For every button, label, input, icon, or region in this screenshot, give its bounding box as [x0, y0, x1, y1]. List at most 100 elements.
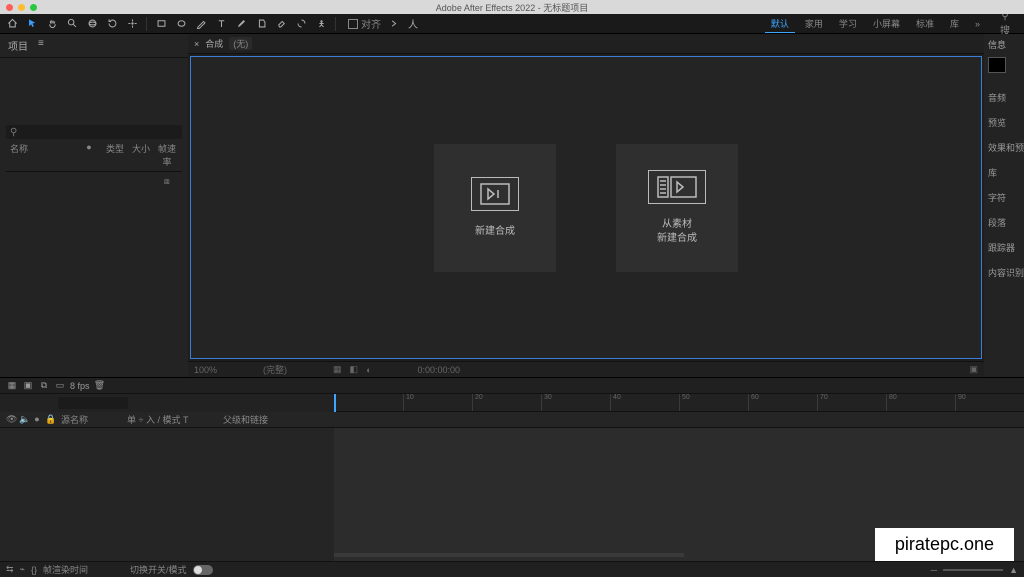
bpc-icon[interactable]: ▭ [54, 380, 66, 392]
home-icon[interactable] [4, 16, 20, 32]
workspace-tab-default[interactable]: 默认 [765, 15, 795, 33]
panel-tab-preview[interactable]: 预览 [988, 116, 1006, 129]
interpret-footage-icon[interactable]: ▦ [6, 380, 18, 392]
current-time[interactable]: 0:00:00:00 [418, 365, 461, 375]
parent-column[interactable]: 父级和链接 [223, 413, 268, 426]
zoom-dropdown[interactable]: 100% [194, 365, 217, 375]
zoom-tool[interactable] [64, 16, 80, 32]
panel-tab-paragraph[interactable]: 段落 [988, 216, 1006, 229]
puppet-tool[interactable] [313, 16, 329, 32]
brush-tool[interactable] [233, 16, 249, 32]
workspace-tab-learn[interactable]: 学习 [833, 15, 863, 32]
workspace-tab-home[interactable]: 家用 [799, 15, 829, 32]
expand-all-icon[interactable]: {} [31, 565, 37, 575]
column-type[interactable]: 类型 [104, 142, 126, 168]
source-name-column[interactable]: 源名称 [61, 413, 121, 426]
panel-tab-effects[interactable]: 效果和预设 [988, 141, 1024, 154]
project-footer-strip: ▦ ▣ ⧉ ▭ 8 fps 🗑 [0, 378, 1024, 394]
panel-tab-contentaware[interactable]: 内容识别填充 [988, 266, 1024, 279]
panel-tab-character[interactable]: 字符 [988, 191, 1006, 204]
flowchart-icon[interactable]: ⧈ [164, 176, 174, 186]
project-search-input[interactable]: ⚲ [6, 125, 182, 139]
type-tool[interactable] [213, 16, 229, 32]
pen-tool[interactable] [193, 16, 209, 32]
switches-mode-toggle[interactable]: 切换开关/模式 [130, 563, 187, 576]
search-icon: ⚲ [10, 127, 17, 138]
new-from-footage-button[interactable]: 从素材 新建合成 [616, 144, 738, 272]
timeline-navigator[interactable] [334, 553, 684, 557]
trash-icon[interactable]: 🗑 [94, 380, 106, 392]
selection-tool[interactable] [24, 16, 40, 32]
panel-tab-libraries[interactable]: 库 [988, 166, 997, 179]
zoom-out-icon[interactable]: ─ [931, 565, 937, 575]
workspace-tab-libraries[interactable]: 库 [944, 15, 965, 32]
solo-icon[interactable]: ● [32, 414, 42, 425]
mask-icon[interactable]: ◧ [350, 364, 359, 375]
snap-options-icon[interactable] [385, 16, 401, 32]
video-eye-icon[interactable]: 👁 [6, 414, 16, 425]
ruler-tick: 90 [955, 394, 966, 411]
project-panel: 项目 ≡ ⚲ 名称 ● 类型 大小 帧速率 ⧈ [0, 34, 188, 377]
snap-grid-icon[interactable]: 人 [405, 16, 421, 32]
clapperboard-icon [471, 177, 519, 211]
rect-tool[interactable] [153, 16, 169, 32]
panel-tab-tracker[interactable]: 跟踪器 [988, 241, 1015, 254]
ellipse-tool[interactable] [173, 16, 189, 32]
playhead-icon[interactable] [334, 394, 336, 412]
hand-tool[interactable] [44, 16, 60, 32]
zoom-slider[interactable] [943, 569, 1003, 571]
timeline-search-input[interactable] [58, 397, 128, 409]
toolbar: 对齐 人 默认 家用 学习 小屏幕 标准 库 » ⚲ 搜 [0, 14, 1024, 34]
info-panel-title[interactable]: 信息 [988, 38, 1006, 51]
new-folder-icon[interactable]: ▣ [22, 380, 34, 392]
column-framerate[interactable]: 帧速率 [156, 142, 178, 168]
audio-speaker-icon[interactable]: 🔈 [19, 414, 29, 425]
timeline-work-area[interactable] [334, 412, 1024, 428]
column-name[interactable]: 名称 [10, 142, 74, 168]
mode-column[interactable]: 单 ÷ 入 / 模式 T [127, 413, 217, 426]
channel-icon[interactable]: ◐ [366, 365, 371, 375]
snap-toggle[interactable]: 对齐 [348, 16, 381, 31]
tab-close-icon[interactable]: × [194, 39, 199, 49]
column-size[interactable]: 大小 [130, 142, 152, 168]
column-tag[interactable]: ● [78, 142, 100, 168]
new-composition-button[interactable]: 新建合成 [434, 144, 556, 272]
panel-tab-audio[interactable]: 音频 [988, 91, 1006, 104]
composition-viewer: 新建合成 从素材 新建合成 [190, 56, 982, 359]
workspace-switcher: 默认 家用 学习 小屏幕 标准 库 » ⚲ 搜 [765, 11, 1020, 37]
composition-tab-label[interactable]: 合成 [205, 37, 223, 50]
eraser-tool[interactable] [273, 16, 289, 32]
workspace-menu-icon[interactable]: » [969, 17, 986, 31]
zoom-in-icon[interactable]: ▲ [1009, 565, 1018, 575]
orbit-tool[interactable] [84, 16, 100, 32]
rotate-tool[interactable] [104, 16, 120, 32]
mode-toggle-switch[interactable] [193, 565, 213, 575]
workspace-tab-standard[interactable]: 标准 [910, 15, 940, 32]
search-help-icon[interactable]: ⚲ 搜 [996, 11, 1014, 37]
project-tab[interactable]: 项目 [8, 38, 28, 53]
panel-menu-icon[interactable]: ≡ [38, 38, 44, 53]
ruler-tick: 30 [541, 394, 552, 411]
clone-tool[interactable] [253, 16, 269, 32]
timeline-ruler[interactable]: 10 20 30 40 50 60 70 80 90 [334, 394, 1024, 412]
ruler-tick: 50 [679, 394, 690, 411]
camera-icon[interactable]: ▣ [969, 364, 978, 375]
timeline-footer: ⇆ ⌁ {} 帧渲染时间 切换开关/模式 ─ ▲ [0, 561, 1024, 577]
lock-icon[interactable]: 🔒 [45, 414, 55, 425]
av-column-icons: 👁 🔈 ● 🔒 [6, 414, 55, 425]
workspace-tab-small[interactable]: 小屏幕 [867, 15, 906, 32]
render-time-toggle[interactable]: 帧渲染时间 [43, 563, 88, 576]
new-comp-icon[interactable]: ⧉ [38, 380, 50, 392]
timeline-layers-area[interactable] [0, 428, 334, 561]
roto-tool[interactable] [293, 16, 309, 32]
ruler-tick: 70 [817, 394, 828, 411]
ruler-tick: 80 [886, 394, 897, 411]
timeline-search-row [0, 394, 334, 412]
grid-icon[interactable]: ▦ [333, 364, 342, 375]
expand-icon[interactable]: ⇆ [6, 564, 14, 575]
anchor-tool[interactable] [124, 16, 140, 32]
checkbox-icon [348, 19, 358, 29]
project-items-area[interactable]: ⧈ [6, 172, 182, 371]
resolution-dropdown[interactable]: (完整) [263, 363, 287, 376]
graph-icon[interactable]: ⌁ [20, 564, 25, 575]
